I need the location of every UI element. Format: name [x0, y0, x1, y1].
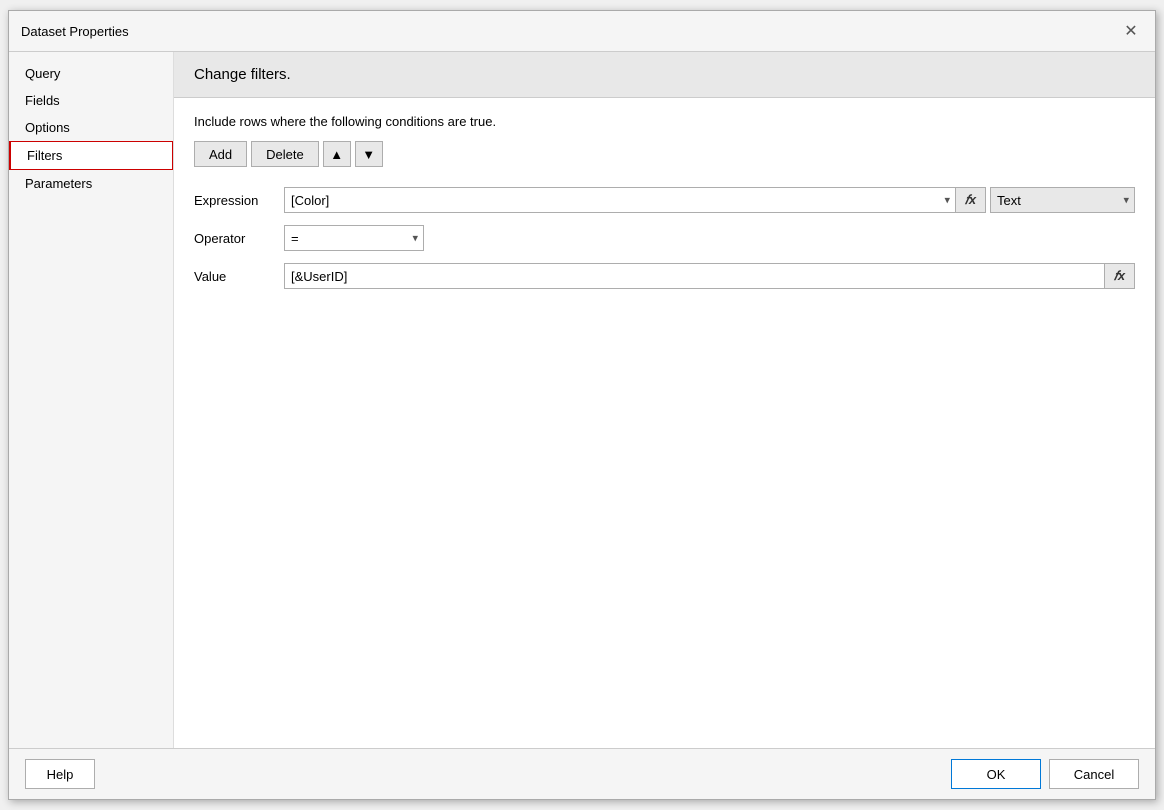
value-fx-icon: 𝑓x	[1114, 268, 1125, 284]
main-header: Change filters.	[174, 52, 1155, 98]
dialog-title: Dataset Properties	[21, 24, 129, 39]
main-heading: Change filters.	[194, 66, 1135, 83]
value-row: Value 𝑓x	[194, 263, 1135, 289]
add-button[interactable]: Add	[194, 141, 247, 167]
operator-row: Operator = <> < > <= >= Like Top N Top %	[194, 225, 1135, 251]
value-fx-button[interactable]: 𝑓x	[1105, 263, 1135, 289]
footer-right: OK Cancel	[951, 759, 1139, 789]
delete-button[interactable]: Delete	[251, 141, 319, 167]
down-arrow-icon: ▼	[362, 147, 375, 162]
operator-label: Operator	[194, 231, 284, 246]
move-up-button[interactable]: ▲	[323, 141, 351, 167]
dialog-body: Query Fields Options Filters Parameters …	[9, 52, 1155, 748]
title-bar: Dataset Properties ✕	[9, 11, 1155, 52]
ok-button[interactable]: OK	[951, 759, 1041, 789]
expression-row: Expression [Color] 𝑓x Text	[194, 187, 1135, 213]
main-content: Change filters. Include rows where the f…	[174, 52, 1155, 748]
value-label: Value	[194, 269, 284, 284]
cancel-button[interactable]: Cancel	[1049, 759, 1139, 789]
sidebar-item-query[interactable]: Query	[9, 60, 173, 87]
expression-fx-button[interactable]: 𝑓x	[956, 187, 986, 213]
value-group: 𝑓x	[284, 263, 1135, 289]
operator-select-wrapper: = <> < > <= >= Like Top N Top % Bottom N…	[284, 225, 424, 251]
up-arrow-icon: ▲	[330, 147, 343, 162]
type-select-wrapper: Text Integer Float Boolean DateTime	[990, 187, 1135, 213]
expression-label: Expression	[194, 193, 284, 208]
filter-toolbar: Add Delete ▲ ▼	[194, 141, 1135, 167]
sidebar-item-parameters[interactable]: Parameters	[9, 170, 173, 197]
expression-select-wrapper: [Color]	[284, 187, 956, 213]
main-inner: Include rows where the following conditi…	[174, 98, 1155, 748]
value-input[interactable]	[284, 263, 1105, 289]
expression-select[interactable]: [Color]	[284, 187, 956, 213]
move-down-button[interactable]: ▼	[355, 141, 383, 167]
dataset-properties-dialog: Dataset Properties ✕ Query Fields Option…	[8, 10, 1156, 800]
info-text: Include rows where the following conditi…	[194, 114, 1135, 129]
sidebar-item-options[interactable]: Options	[9, 114, 173, 141]
type-select[interactable]: Text Integer Float Boolean DateTime	[990, 187, 1135, 213]
dialog-footer: Help OK Cancel	[9, 748, 1155, 799]
fx-icon: 𝑓x	[965, 192, 976, 208]
close-button[interactable]: ✕	[1119, 19, 1143, 43]
sidebar: Query Fields Options Filters Parameters	[9, 52, 174, 748]
operator-select[interactable]: = <> < > <= >= Like Top N Top % Bottom N…	[284, 225, 424, 251]
expression-group: [Color] 𝑓x Text Integer Float Boolean	[284, 187, 1135, 213]
sidebar-item-fields[interactable]: Fields	[9, 87, 173, 114]
help-button[interactable]: Help	[25, 759, 95, 789]
sidebar-item-filters[interactable]: Filters	[9, 141, 173, 170]
